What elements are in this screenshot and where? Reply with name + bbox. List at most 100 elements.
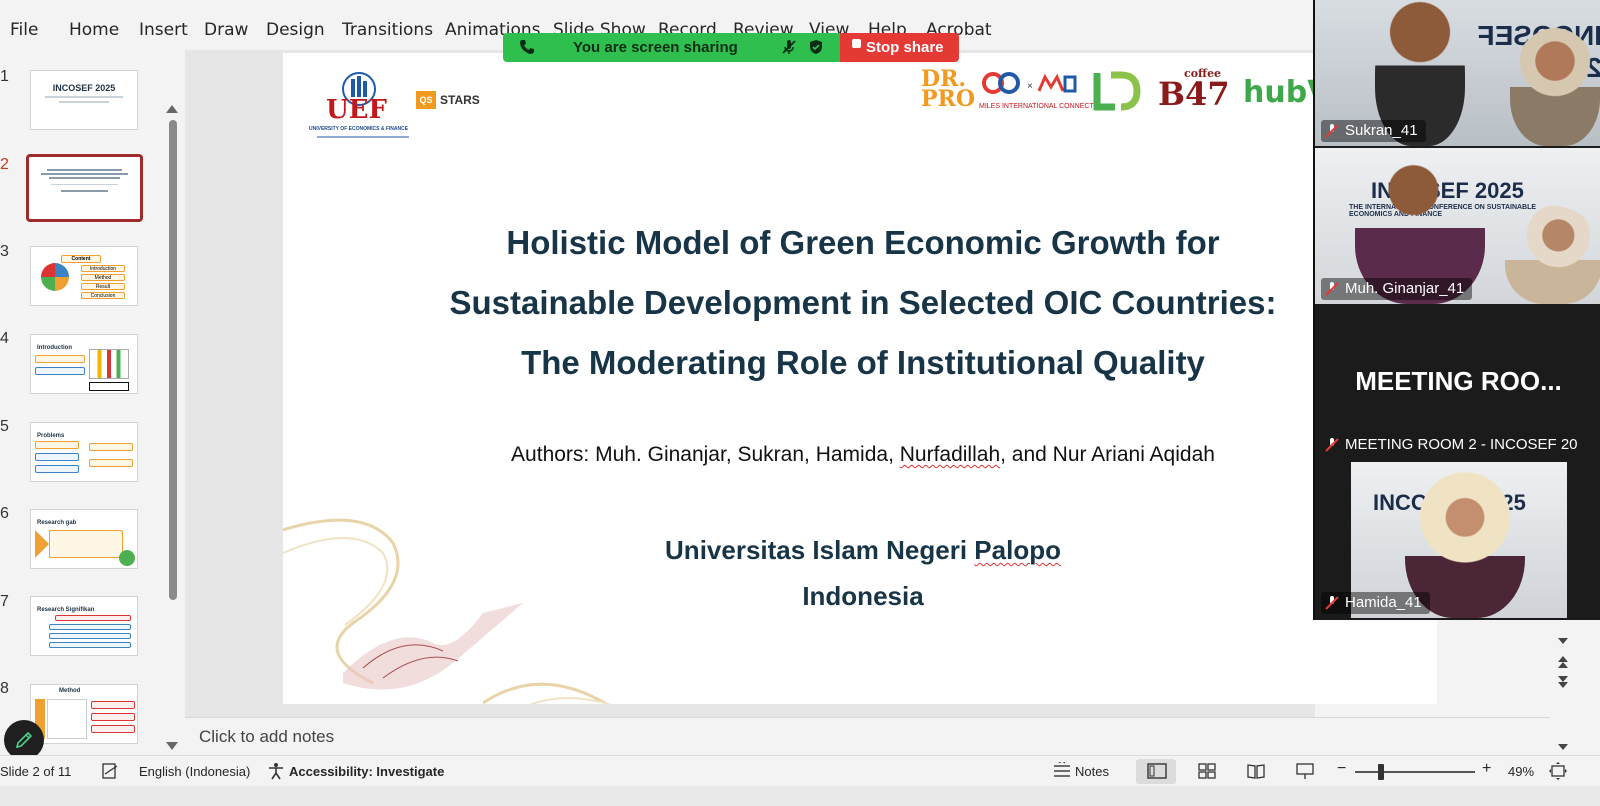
zoom-out-icon[interactable]: − [1337, 760, 1346, 778]
thumbs-scroll-down[interactable] [166, 742, 178, 750]
pencil-icon [15, 731, 33, 749]
slide-title-line-1: Holistic Model of Green Economic Growth … [506, 224, 1220, 261]
thumb-5-header: Problems [37, 433, 65, 439]
thumbs-scroll-up[interactable] [166, 105, 178, 113]
slide-title-line-2: Sustainable Development in Selected OIC … [449, 284, 1277, 321]
uef-logo-text: UEF [326, 95, 387, 125]
video-participants-panel: INCOSEF 2025 Sukran_41 INCOSEF 2025 THE … [1313, 0, 1600, 620]
thumb-number-7: 7 [0, 593, 9, 610]
authors-misspelled-name: Nurfadillah [899, 443, 1001, 466]
share-status: You are screen sharing [503, 33, 840, 62]
authors-prefix: Authors: Muh. Ginanjar, Sukran, Hamida, [511, 443, 900, 466]
slide-title-line-3: The Moderating Role of Institutional Qua… [521, 344, 1205, 381]
zoom-level[interactable]: 49% [1508, 764, 1534, 779]
thumb-number-8: 8 [0, 680, 9, 697]
participant-name: Sukran_41 [1345, 122, 1418, 139]
tab-draw[interactable]: Draw [204, 20, 248, 40]
slide-thumbnail-4[interactable]: Introduction [30, 334, 138, 394]
reading-view-icon[interactable] [1246, 762, 1266, 780]
tab-transitions[interactable]: Transitions [342, 20, 433, 40]
slide-thumbnail-1[interactable]: INCOSEF 2025 [30, 70, 138, 130]
drpro-logo: DR. PRO [921, 66, 975, 112]
video-tile-sukran[interactable]: INCOSEF 2025 Sukran_41 [1315, 0, 1600, 146]
mic-off-icon[interactable] [781, 39, 797, 55]
taskbar-strip [0, 786, 1600, 806]
qs-logo: QS [416, 91, 436, 109]
slide-title: Holistic Model of Green Economic Growth … [373, 213, 1353, 393]
slide-thumbnail-5[interactable]: Problems [30, 422, 138, 482]
video-tile-hamida[interactable]: INCOSEF 2025 Hamida_41 [1315, 462, 1600, 618]
current-slide[interactable]: UEF UNIVERSITY OF ECONOMICS & FINANCE QS… [283, 53, 1437, 704]
slide-thumbnail-8[interactable]: Method [30, 684, 138, 744]
shield-check-icon[interactable] [808, 39, 824, 55]
miles-logo-text: MILES INTERNATIONAL CONNECT [979, 103, 1094, 110]
slide-scroll-controls[interactable] [1556, 632, 1570, 757]
thumb-3-method: Method [81, 274, 125, 281]
university-prefix: Universitas Islam Negeri [665, 535, 975, 565]
participant-name: MEETING ROOM 2 - INCOSEF 20 [1345, 436, 1578, 453]
stop-icon [852, 39, 861, 48]
university-misspelled-word: Palopo [974, 535, 1061, 565]
slide-thumbnail-3[interactable]: Content Introduction Method Result Concl… [30, 246, 138, 306]
thumb-3-content: Content [61, 255, 101, 263]
crane-decoration-icon [283, 518, 612, 704]
meeting-room-big-label: MEETING ROO... [1355, 366, 1562, 396]
zoom-slider-track[interactable] [1355, 771, 1475, 773]
thumb-3-intro: Introduction [81, 265, 125, 272]
muted-mic-icon [1325, 282, 1339, 296]
thumb-3-conclusion: Conclusion [81, 292, 125, 299]
normal-view-icon [1147, 763, 1167, 779]
zoom-in-icon[interactable]: + [1482, 760, 1491, 778]
slide-authors: Authors: Muh. Ginanjar, Sukran, Hamida, … [373, 443, 1353, 467]
tab-design[interactable]: Design [266, 20, 325, 40]
powerpoint-window: File Home Insert Draw Design Transitions… [0, 0, 1600, 806]
video-name-tag: Muh. Ginanjar_41 [1321, 278, 1473, 300]
muted-mic-icon [1325, 596, 1339, 610]
thumb-number-5: 5 [0, 418, 9, 435]
svg-text:×: × [1027, 81, 1033, 92]
ld-logo-icon [1093, 71, 1141, 111]
video-tile-ginanjar[interactable]: INCOSEF 2025 THE INTERNATIONAL CONFERENC… [1315, 148, 1600, 304]
notes-placeholder[interactable]: Click to add notes [199, 727, 334, 747]
uef-logo-subtext: UNIVERSITY OF ECONOMICS & FINANCE [309, 126, 409, 132]
notes-pane[interactable]: Click to add notes [185, 717, 1550, 755]
thumb-7-header: Research Signifikan [37, 607, 95, 613]
slide-thumbnail-7[interactable]: Research Signifikan [30, 596, 138, 656]
slide-sorter-icon[interactable] [1197, 762, 1217, 780]
screen-share-bar: You are screen sharing Stop share [503, 33, 959, 62]
accessibility-status[interactable]: Accessibility: Investigate [289, 764, 444, 779]
slideshow-icon[interactable] [1295, 762, 1315, 780]
video-name-tag: MEETING ROOM 2 - INCOSEF 20 [1321, 434, 1586, 456]
slide-counter: Slide 2 of 11 [0, 764, 72, 779]
accessibility-icon[interactable] [267, 762, 285, 780]
slide-thumbnail-6[interactable]: Research gab [30, 509, 138, 569]
spelling-check-icon[interactable] [101, 762, 119, 780]
coffee-b47-logo: B47 [1158, 75, 1230, 113]
thumb-6-header: Research gab [37, 520, 77, 526]
tab-home[interactable]: Home [69, 20, 119, 40]
thumb-1-title: INCOSEF 2025 [52, 83, 116, 93]
slide-thumbnails-pane: 1 INCOSEF 2025 2 3 Content Introduction … [0, 50, 185, 770]
participant-name: Hamida_41 [1345, 594, 1422, 611]
stop-share-button[interactable]: Stop share [840, 33, 959, 62]
tab-insert[interactable]: Insert [139, 20, 188, 40]
thumbs-scrollbar[interactable] [169, 120, 177, 600]
thumb-number-1: 1 [0, 68, 9, 85]
tab-file[interactable]: File [10, 20, 38, 40]
phone-icon[interactable] [519, 39, 535, 55]
video-name-tag: Sukran_41 [1321, 120, 1426, 142]
language-indicator[interactable]: English (Indonesia) [139, 764, 250, 779]
zoom-slider-handle[interactable] [1378, 764, 1384, 780]
notes-icon[interactable] [1052, 762, 1072, 780]
video-tile-meeting-room[interactable]: MEETING ROO... MEETING ROOM 2 - INCOSEF … [1315, 306, 1600, 460]
stop-share-label: Stop share [866, 39, 944, 56]
thumb-3-result: Result [81, 283, 125, 290]
muted-mic-icon [1325, 124, 1339, 138]
thumb-number-4: 4 [0, 330, 9, 347]
slide-thumbnail-2[interactable] [26, 154, 143, 222]
draw-pen-button[interactable] [4, 720, 44, 760]
share-status-text: You are screen sharing [573, 39, 738, 56]
fit-slide-icon[interactable] [1548, 761, 1568, 781]
qs-stars-logo: STARS [440, 93, 480, 107]
notes-toggle[interactable]: Notes [1075, 764, 1109, 779]
